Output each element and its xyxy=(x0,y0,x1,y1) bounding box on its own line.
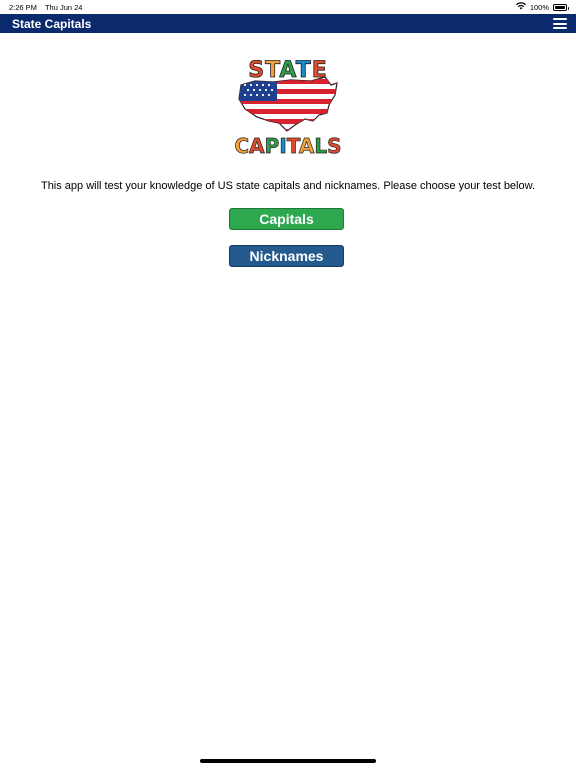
status-date: Thu Jun 24 xyxy=(44,2,83,12)
app-screen: 2:26 PM Thu Jun 24 100% State Capitals S… xyxy=(0,0,576,768)
navigation-bar: State Capitals xyxy=(0,14,576,33)
wifi-icon xyxy=(515,2,526,12)
intro-text: This app will test your knowledge of US … xyxy=(40,180,536,192)
nicknames-button[interactable]: Nicknames xyxy=(229,245,344,267)
status-bar: 2:26 PM Thu Jun 24 100% xyxy=(0,0,576,14)
logo-word-state: STATE xyxy=(248,58,328,83)
battery-icon xyxy=(553,3,569,11)
status-right: 100% xyxy=(515,2,569,12)
nav-title: State Capitals xyxy=(12,16,92,31)
logo-word-capitals: CAPITALS xyxy=(234,134,341,158)
home-indicator[interactable] xyxy=(200,759,376,763)
capitals-button[interactable]: Capitals xyxy=(229,208,344,230)
state-capitals-logo: STATE CAPITALS xyxy=(234,58,342,158)
status-left: 2:26 PM Thu Jun 24 xyxy=(9,3,82,12)
hamburger-menu-icon[interactable] xyxy=(553,18,567,29)
capitals-button-label: Capitals xyxy=(259,211,314,227)
status-time: 2:26 PM xyxy=(9,2,37,12)
battery-fill xyxy=(555,5,565,9)
nicknames-button-label: Nicknames xyxy=(249,248,324,264)
battery-percent: 100% xyxy=(529,2,549,12)
